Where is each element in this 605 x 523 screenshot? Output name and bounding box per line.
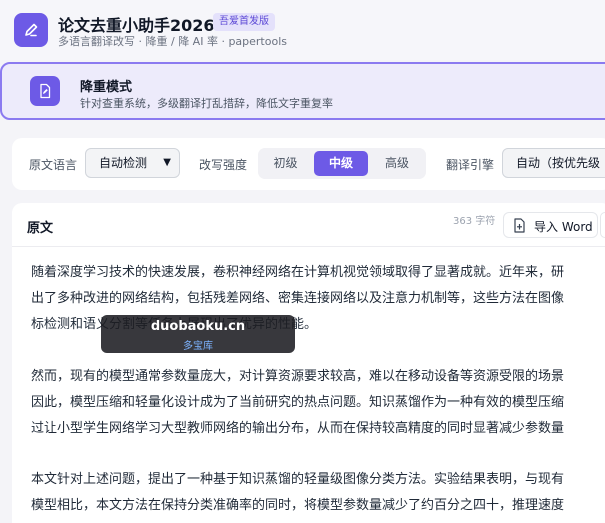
app-logo	[14, 13, 48, 47]
text-line: 本文针对上述问题，提出了一种基于知识蒸馏的轻量级图像分类方法。实验结果表明，与现…	[31, 472, 565, 487]
engine-label: 翻译引擎	[446, 158, 495, 172]
editor-divider	[12, 246, 605, 247]
watermark-subtitle: 多宝库	[183, 341, 213, 352]
strength-option-advanced[interactable]: 高级	[372, 151, 422, 176]
engine-select[interactable]: 自动（按优先级	[502, 148, 605, 178]
file-import-icon	[513, 218, 526, 236]
mode-icon	[30, 76, 60, 106]
paragraph-3: 本文针对上述问题，提出了一种基于知识蒸馏的轻量级图像分类方法。实验结果表明，与现…	[31, 467, 605, 519]
source-language-value: 自动检测	[99, 156, 148, 170]
source-language-select[interactable]: 自动检测 ▼	[85, 148, 180, 178]
source-panel-title: 原文	[27, 221, 54, 236]
text-line: 模型相比，本文方法在保持分类准确率的同时，将模型参数量减少了约百分之四十，推理速…	[31, 498, 565, 513]
text-line: 出了多种改进的网络结构，包括残差网络、密集连接网络以及注意力机制等，这些方法在图…	[31, 291, 565, 306]
chevron-down-icon: ▼	[163, 157, 171, 168]
version-badge: 吾爱首发版	[213, 13, 275, 31]
text-line: 过让小型学生网络学习大型教师网络的输出分布，从而在保持较高精度的同时显著减少参数…	[31, 421, 565, 436]
char-count: 363 字符	[453, 216, 496, 227]
watermark-title: duobaoku.cn	[150, 319, 246, 334]
import-word-label: 导入 Word	[534, 220, 593, 234]
import-word-button[interactable]: 导入 Word	[503, 212, 598, 238]
editor-more-button[interactable]	[600, 212, 605, 238]
paragraph-2: 然而，现有的模型通常参数量庞大，对计算资源要求较高，难以在移动设备等资源受限的场…	[31, 364, 605, 442]
strength-option-medium[interactable]: 中级	[314, 151, 368, 176]
pen-icon	[25, 23, 38, 37]
mode-title: 降重模式	[80, 80, 133, 95]
engine-value: 自动（按优先级	[516, 156, 601, 170]
document-edit-icon	[40, 83, 51, 99]
watermark-overlay: duobaoku.cn 多宝库	[101, 315, 295, 353]
source-language-label: 原文语言	[29, 158, 78, 172]
text-line: 随着深度学习技术的快速发展，卷积神经网络在计算机视觉领域取得了显著成就。近年来，…	[31, 265, 565, 280]
strength-option-basic[interactable]: 初级	[261, 151, 310, 176]
app-subtitle: 多语言翻译改写 · 降重 / 降 AI 率 · papertools	[58, 35, 287, 48]
mode-description: 针对查重系统，多级翻译打乱措辞，降低文字重复率	[80, 97, 333, 110]
strength-label: 改写强度	[199, 158, 248, 172]
text-line: 然而，现有的模型通常参数量庞大，对计算资源要求较高，难以在移动设备等资源受限的场…	[31, 369, 565, 384]
text-line: 因此，模型压缩和轻量化设计成为了当前研究的热点问题。知识蒸馏作为一种有效的模型压…	[31, 395, 565, 410]
